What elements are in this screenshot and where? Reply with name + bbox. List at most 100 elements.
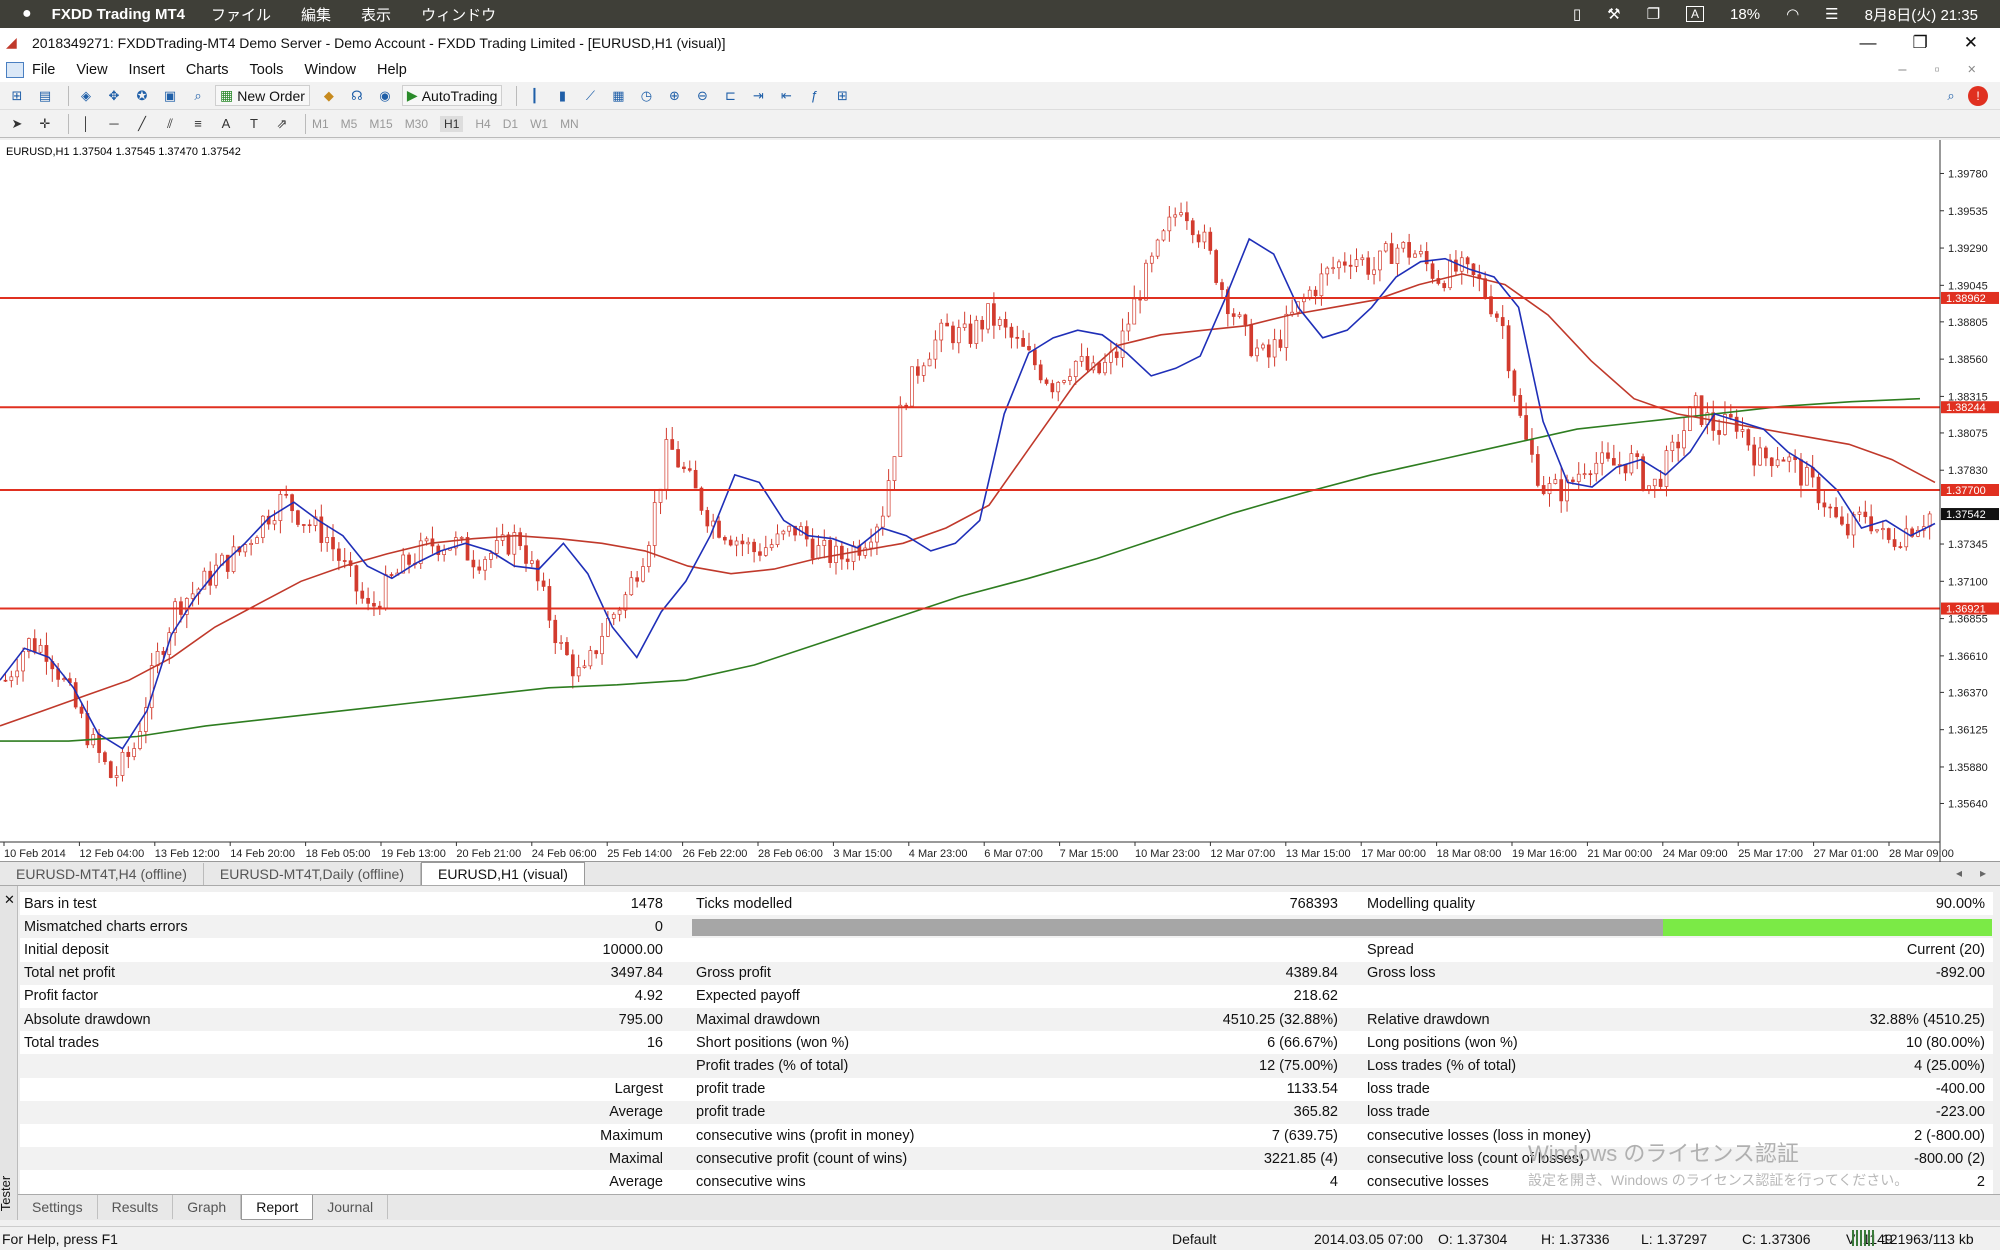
candle: [682, 461, 686, 473]
text-label-icon[interactable]: T: [243, 114, 265, 134]
report-v3: 32.88% (4510.25): [1869, 1011, 1985, 1028]
fibonacci-icon[interactable]: ≡: [187, 114, 209, 134]
profiles-icon[interactable]: ▤: [34, 86, 56, 106]
chart-window-icon[interactable]: [6, 62, 24, 78]
new-order-button[interactable]: ▦ New Order: [215, 85, 310, 106]
menu-charts[interactable]: Charts: [186, 62, 229, 78]
metaeditor-icon[interactable]: ◆: [318, 86, 340, 106]
child-close-button[interactable]: ×: [1968, 62, 1976, 78]
channel-icon[interactable]: ⫽: [159, 114, 181, 134]
close-button[interactable]: ✕: [1964, 33, 1978, 53]
x-tick-label: 21 Mar 00:00: [1587, 848, 1652, 860]
menu-view[interactable]: View: [76, 62, 107, 78]
vertical-line-icon[interactable]: │: [75, 114, 97, 134]
candlestick-icon[interactable]: ▮: [551, 86, 573, 106]
menu-tools[interactable]: Tools: [250, 62, 284, 78]
y-tick-label: 1.37100: [1948, 576, 1988, 588]
tile-windows-icon[interactable]: ⊏: [719, 86, 741, 106]
mac-menu-view[interactable]: 表示: [361, 4, 391, 25]
templates-icon[interactable]: ▦: [607, 86, 629, 106]
text-icon[interactable]: A: [215, 114, 237, 134]
menu-window[interactable]: Window: [304, 62, 356, 78]
price-chart[interactable]: EURUSD,H1 1.37504 1.37545 1.37470 1.3754…: [0, 140, 2000, 862]
menu-file[interactable]: File: [32, 62, 55, 78]
candle: [1155, 238, 1160, 260]
x-tick-label: 25 Mar 17:00: [1738, 848, 1803, 860]
tab-results[interactable]: Results: [98, 1195, 174, 1219]
tab-graph[interactable]: Graph: [173, 1195, 242, 1219]
tab-h1-visual[interactable]: EURUSD,H1 (visual): [421, 862, 585, 885]
signals-icon[interactable]: ☊: [346, 86, 368, 106]
periods-icon[interactable]: ◷: [635, 86, 657, 106]
mac-app-name[interactable]: FXDD Trading MT4: [52, 6, 185, 23]
input-mode-icon[interactable]: A: [1686, 6, 1705, 22]
tab-prev-icon[interactable]: ◂: [1956, 866, 1962, 880]
activation-watermark-sub: 設定を開き、Windows のライセンス認証を行ってください。: [1528, 1172, 1909, 1188]
y-tick-label: 1.36610: [1948, 651, 1988, 663]
wifi-icon[interactable]: ◠: [1786, 5, 1799, 23]
tab-h4-offline[interactable]: EURUSD-MT4T,H4 (offline): [0, 863, 204, 885]
new-chart-icon[interactable]: ⊞: [6, 86, 28, 106]
report-row: Total trades 16 Short positions (won %) 6 (…: [20, 1031, 1993, 1054]
tf-mn[interactable]: MN: [560, 117, 579, 131]
notification-badge-icon[interactable]: !: [1968, 85, 1988, 106]
sidebar-toggle-icon[interactable]: ▯: [1573, 5, 1581, 23]
zoom-out-icon[interactable]: ⊖: [691, 86, 713, 106]
line-chart-icon[interactable]: ⟋: [579, 86, 601, 106]
candle: [1781, 457, 1786, 462]
bar-chart-icon[interactable]: ┃: [523, 86, 545, 106]
tab-report[interactable]: Report: [241, 1195, 314, 1220]
autoscroll-icon[interactable]: ⇤: [775, 86, 797, 106]
terminal-icon[interactable]: ▣: [159, 86, 181, 106]
tf-w1[interactable]: W1: [530, 117, 548, 131]
mac-menu-window[interactable]: ウィンドウ: [421, 4, 496, 25]
crosshair-icon[interactable]: ✛: [34, 114, 56, 134]
child-minimize-button[interactable]: –: [1898, 62, 1906, 78]
autotrading-button[interactable]: ▶ AutoTrading: [401, 85, 503, 106]
mac-clock[interactable]: 8月8日(火) 21:35: [1865, 4, 1978, 25]
tab-journal[interactable]: Journal: [313, 1195, 389, 1219]
objects-icon[interactable]: ⊞: [831, 86, 853, 106]
battery-percent[interactable]: 18%: [1730, 6, 1760, 23]
strategy-tester-icon[interactable]: ⌕: [187, 86, 209, 106]
cursor-icon[interactable]: ➤: [6, 114, 28, 134]
arrows-icon[interactable]: ⇗: [271, 114, 293, 134]
tf-d1[interactable]: D1: [503, 117, 518, 131]
tf-m15[interactable]: M15: [369, 117, 392, 131]
trendline-icon[interactable]: ╱: [131, 114, 153, 134]
tf-m5[interactable]: M5: [341, 117, 358, 131]
zoom-in-icon[interactable]: ⊕: [663, 86, 685, 106]
tf-h4[interactable]: H4: [475, 117, 490, 131]
mac-menu-edit[interactable]: 編集: [301, 4, 331, 25]
tf-h1[interactable]: H1: [440, 115, 464, 132]
traffic-icon: [1852, 1230, 1876, 1246]
tf-m30[interactable]: M30: [405, 117, 428, 131]
data-window-icon[interactable]: ✥: [103, 86, 125, 106]
maximize-button[interactable]: ❐: [1913, 33, 1928, 53]
market-icon[interactable]: ◉: [374, 86, 396, 106]
child-restore-button[interactable]: ▫: [1934, 62, 1939, 78]
report-l2: Maximal drawdown: [696, 1011, 821, 1028]
tab-next-icon[interactable]: ▸: [1980, 866, 1986, 880]
navigator-icon[interactable]: ✪: [131, 86, 153, 106]
market-watch-icon[interactable]: ◈: [75, 86, 97, 106]
menu-help[interactable]: Help: [377, 62, 407, 78]
minimize-button[interactable]: —: [1860, 33, 1877, 53]
mac-menu-file[interactable]: ファイル: [211, 4, 271, 25]
candle: [319, 504, 324, 552]
chart-canvas[interactable]: EURUSD,H1 1.37504 1.37545 1.37470 1.3754…: [0, 140, 2000, 862]
tf-m1[interactable]: M1: [312, 117, 329, 131]
tab-settings[interactable]: Settings: [18, 1195, 98, 1219]
close-tester-icon[interactable]: ✕: [4, 892, 15, 908]
control-center-icon[interactable]: ☰: [1825, 5, 1838, 23]
menu-insert[interactable]: Insert: [129, 62, 165, 78]
tab-daily-offline[interactable]: EURUSD-MT4T,Daily (offline): [204, 863, 421, 885]
window-icon[interactable]: ❐: [1647, 5, 1660, 23]
apple-icon[interactable]: ●: [22, 5, 32, 23]
search-icon[interactable]: ⌕: [1940, 86, 1962, 106]
horizontal-line-icon[interactable]: ─: [103, 114, 125, 134]
candle: [1471, 263, 1476, 287]
tools-icon[interactable]: ⚒: [1607, 5, 1620, 23]
chart-shift-icon[interactable]: ⇥: [747, 86, 769, 106]
indicators-icon[interactable]: ƒ: [803, 86, 825, 106]
